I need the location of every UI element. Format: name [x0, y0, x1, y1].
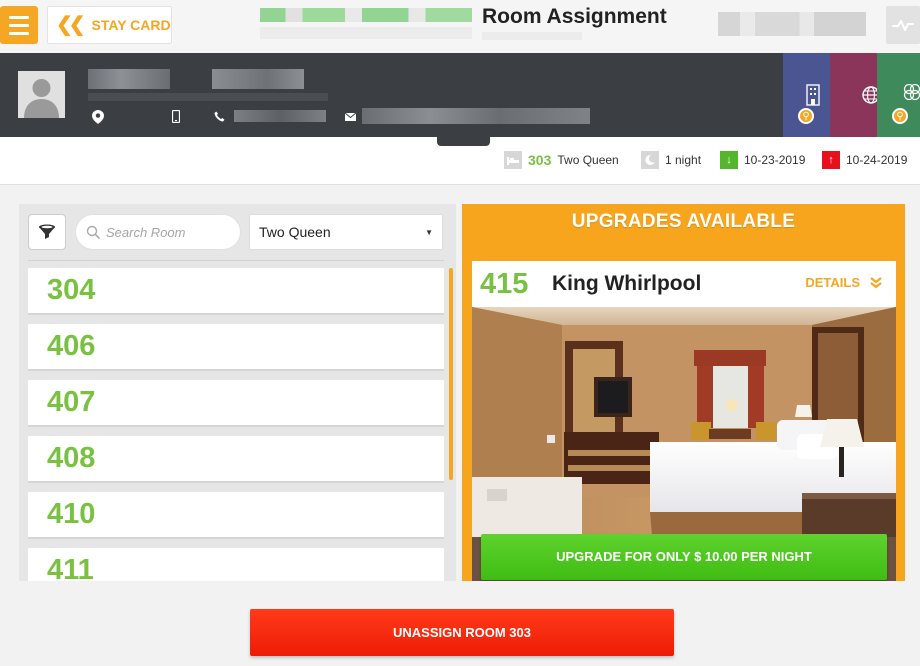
avatar[interactable]: [18, 71, 65, 118]
arrival-info: ↓ 10-23-2019: [720, 151, 805, 169]
caret-down-icon: ▼: [425, 227, 433, 237]
room-row[interactable]: 406: [28, 324, 444, 371]
top-bar: ❮❮ STAY CARD Room Assignment: [0, 0, 920, 53]
redacted-first-name: [88, 69, 170, 89]
tile-building[interactable]: ⚲: [783, 53, 830, 137]
person-icon: [18, 71, 65, 118]
drawer-handle[interactable]: [437, 137, 490, 146]
current-room-type: Two Queen: [557, 153, 619, 167]
tile-rings[interactable]: ⚲: [877, 53, 920, 137]
room-row[interactable]: 408: [28, 436, 444, 483]
activity-button[interactable]: [886, 6, 920, 44]
current-room-info: 303 Two Queen: [504, 151, 619, 169]
search-field[interactable]: [75, 214, 241, 250]
email-icon: [345, 113, 356, 121]
available-room-list: 304 406 407 408 410 411: [28, 268, 444, 581]
arrow-down-icon: ↓: [720, 151, 738, 169]
room-row[interactable]: 411: [28, 548, 444, 581]
redacted-user-info: [718, 12, 866, 36]
upgrades-heading: UPGRADES AVAILABLE: [571, 211, 796, 232]
departure-date: 10-24-2019: [846, 153, 908, 167]
search-badge-icon: ⚲: [798, 108, 814, 124]
redacted-phone: [234, 110, 326, 122]
page-title: Room Assignment: [482, 5, 667, 28]
room-row[interactable]: 407: [28, 380, 444, 427]
room-list-panel: Two Queen ▼ 304 406 407 408 410 411: [19, 204, 456, 581]
redacted-subtitle: [260, 27, 472, 39]
nights-info: 1 night: [641, 151, 701, 169]
room-row[interactable]: 410: [28, 492, 444, 539]
guest-header: [0, 53, 920, 137]
search-icon: [86, 225, 100, 239]
upgrade-room-number: 415: [480, 267, 529, 300]
tile-globe[interactable]: [830, 53, 880, 137]
room-type-select[interactable]: Two Queen ▼: [249, 214, 443, 250]
details-button[interactable]: DETAILS: [805, 275, 882, 290]
menu-button[interactable]: [0, 6, 38, 44]
arrow-up-icon: ↑: [822, 151, 840, 169]
mobile-phone-icon: [172, 110, 180, 123]
rings-icon: [903, 83, 920, 101]
redacted-email: [362, 108, 590, 124]
stay-card-button[interactable]: ❮❮ STAY CARD: [47, 6, 172, 44]
filter-button[interactable]: [28, 214, 66, 250]
search-badge-icon: ⚲: [892, 108, 908, 124]
room-list-scrollbar[interactable]: [449, 268, 453, 480]
departure-info: ↑ 10-24-2019: [822, 151, 907, 169]
upgrade-room-type: King Whirlpool: [552, 272, 702, 295]
double-chevron-down-icon: [870, 276, 882, 288]
moon-icon: [641, 151, 659, 169]
nights-count: 1 night: [665, 153, 702, 167]
activity-icon: [892, 20, 914, 31]
details-label: DETAILS: [805, 275, 860, 290]
bed-icon: [504, 151, 522, 169]
arrival-date: 10-23-2019: [744, 153, 806, 167]
upgrade-button[interactable]: UPGRADE FOR ONLY $ 10.00 PER NIGHT: [481, 534, 887, 580]
redacted-guest-detail: [88, 93, 328, 101]
double-chevron-left-icon: ❮❮: [56, 13, 85, 36]
search-input[interactable]: [106, 224, 226, 240]
redacted-hotel-name: [260, 8, 472, 22]
divider: [28, 260, 444, 261]
redacted-last-name: [212, 69, 304, 89]
upgrade-room-header: 415 King Whirlpool DETAILS: [472, 261, 896, 307]
funnel-icon: [39, 224, 55, 239]
location-pin-icon: [92, 110, 104, 124]
current-room-number: 303: [528, 152, 552, 168]
redacted-title-detail: [482, 32, 582, 40]
building-icon: [806, 84, 820, 106]
phone-icon: [214, 111, 225, 122]
unassign-room-button[interactable]: UNASSIGN ROOM 303: [250, 609, 674, 656]
room-row[interactable]: 304: [28, 268, 444, 315]
stay-card-label: STAY CARD: [91, 17, 171, 33]
room-type-selected: Two Queen: [259, 224, 331, 240]
upgrades-panel: UPGRADES AVAILABLE 415 King Whirlpool DE…: [462, 204, 905, 581]
